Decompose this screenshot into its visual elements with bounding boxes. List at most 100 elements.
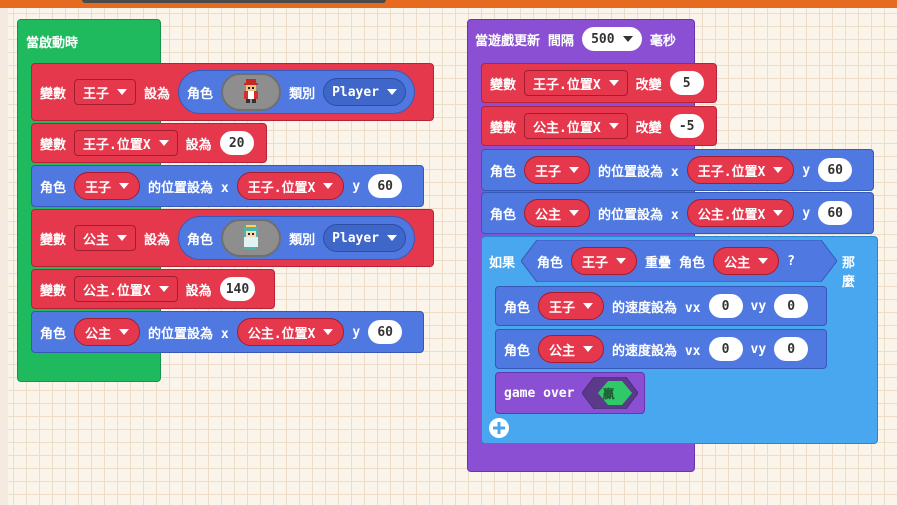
overlap-label: 重疊 — [645, 255, 672, 271]
if-label: 如果 — [489, 255, 516, 271]
chevron-down-icon — [158, 140, 169, 146]
set-velocity-block[interactable]: 角色 公主 的速度設為 vx 0 vy 0 — [495, 329, 827, 369]
sprite-variable-dropdown[interactable]: 公主 — [538, 335, 605, 363]
y-label: y — [352, 324, 361, 340]
variable-dropdown[interactable]: 王子.位置X — [524, 70, 628, 96]
variable-dropdown[interactable]: 王子.位置X — [74, 130, 178, 156]
win-toggle[interactable]: 贏 — [582, 377, 639, 409]
keyword-variable: 變數 — [40, 232, 67, 248]
set-variable-number-block[interactable]: 變數 王子.位置X 設為 20 — [31, 123, 267, 163]
win-label: 贏 — [602, 386, 615, 401]
unit-label: 毫秒 — [649, 33, 676, 49]
sprite-variable-dropdown[interactable]: 公主 — [524, 199, 591, 227]
kind-dropdown[interactable]: Player — [323, 78, 407, 106]
set-position-block[interactable]: 角色 王子 的位置設為 x 王子.位置X y 60 — [31, 165, 424, 207]
sprite-variable-dropdown[interactable]: 王子 — [524, 156, 591, 184]
sprite-label: 角色 — [187, 232, 214, 248]
number-input[interactable]: -5 — [669, 114, 704, 138]
keyword-variable: 變數 — [490, 77, 517, 93]
set-velocity-block[interactable]: 角色 王子 的速度設為 vx 0 vy 0 — [495, 286, 827, 326]
chevron-down-icon — [773, 167, 784, 173]
y-label: y — [802, 162, 811, 178]
vx-input[interactable]: 0 — [708, 294, 743, 318]
create-sprite-block[interactable]: 角色 類別 Player — [178, 70, 416, 114]
x-variable-dropdown[interactable]: 公主.位置X — [236, 318, 345, 346]
sprite-variable-dropdown[interactable]: 王子 — [538, 292, 605, 320]
number-input[interactable]: 5 — [669, 71, 704, 95]
x-variable-dropdown[interactable]: 公主.位置X — [686, 199, 795, 227]
y-input[interactable]: 60 — [368, 320, 403, 344]
chevron-down-icon — [569, 210, 580, 216]
sprite1-dropdown[interactable]: 王子 — [571, 247, 638, 275]
vy-input[interactable]: 0 — [774, 337, 809, 361]
keyword-sprite: 角色 — [490, 164, 517, 180]
variable-dropdown[interactable]: 公主.位置X — [74, 276, 178, 302]
kind-label: 類別 — [289, 232, 316, 248]
keyword-variable: 變數 — [490, 120, 517, 136]
chevron-down-icon — [158, 286, 169, 292]
set-position-block[interactable]: 角色 王子 的位置設為 x 王子.位置X y 60 — [481, 149, 874, 191]
sprite-variable-dropdown[interactable]: 王子 — [74, 172, 141, 200]
chevron-down-icon — [387, 235, 398, 241]
number-input[interactable]: 20 — [219, 131, 254, 155]
sprite-variable-dropdown[interactable]: 公主 — [74, 318, 141, 346]
change-variable-block[interactable]: 變數 王子.位置X 改變 5 — [481, 63, 717, 103]
y-label: y — [352, 178, 361, 194]
x-variable-dropdown[interactable]: 王子.位置X — [236, 172, 345, 200]
keyword-variable: 變數 — [40, 86, 67, 102]
add-else-button[interactable] — [489, 418, 509, 438]
change-variable-block[interactable]: 變數 公主.位置X 改變 -5 — [481, 106, 717, 146]
chevron-down-icon — [569, 167, 580, 173]
set-label: 設為 — [144, 86, 171, 102]
chevron-down-icon — [616, 258, 627, 264]
chevron-down-icon — [622, 36, 633, 42]
chevron-down-icon — [583, 303, 594, 309]
y-input[interactable]: 60 — [368, 174, 403, 198]
question-mark: ? — [787, 253, 795, 269]
prince-pixel-icon — [244, 79, 259, 103]
then-label: 那麼 — [842, 256, 856, 290]
variable-dropdown[interactable]: 公主.位置X — [524, 113, 628, 139]
number-input[interactable]: 140 — [219, 277, 256, 301]
interval-dropdown[interactable]: 500 — [581, 27, 642, 51]
chevron-down-icon — [608, 123, 619, 129]
keyword-sprite: 角色 — [40, 180, 67, 196]
princess-sprite-image[interactable] — [221, 219, 282, 257]
sprite-label: 角色 — [187, 86, 214, 102]
set-position-block[interactable]: 角色 公主 的位置設為 x 公主.位置X y 60 — [31, 311, 424, 353]
game-over-block[interactable]: game over 贏 — [495, 372, 645, 414]
keyword-sprite: 角色 — [504, 300, 531, 316]
chevron-down-icon — [323, 329, 334, 335]
x-variable-dropdown[interactable]: 王子.位置X — [686, 156, 795, 184]
kind-label: 類別 — [289, 86, 316, 102]
toolbox-edge — [0, 8, 8, 505]
overlap-condition: 角色 王子 重疊 角色 公主 ? — [537, 247, 795, 275]
set-label: 設為 — [185, 283, 212, 299]
set-variable-sprite-block[interactable]: 變數 王子 設為 角色 類別 Player — [31, 63, 434, 121]
variable-dropdown[interactable]: 公主 — [74, 225, 137, 251]
create-sprite-block[interactable]: 角色 類別 Player — [178, 216, 416, 260]
kind-dropdown[interactable]: Player — [323, 224, 407, 252]
vy-label: vy — [750, 298, 767, 314]
chevron-down-icon — [773, 210, 784, 216]
y-input[interactable]: 60 — [818, 201, 853, 225]
set-position-label: 的位置設為 x — [148, 180, 229, 196]
chevron-down-icon — [323, 183, 334, 189]
set-position-block[interactable]: 角色 公主 的位置設為 x 公主.位置X y 60 — [481, 192, 874, 234]
vy-input[interactable]: 0 — [774, 294, 809, 318]
variable-dropdown[interactable]: 王子 — [74, 79, 137, 105]
sprite2-dropdown[interactable]: 公主 — [713, 247, 780, 275]
chevron-down-icon — [583, 346, 594, 352]
change-label: 改變 — [635, 77, 662, 93]
set-variable-number-block[interactable]: 變數 公主.位置X 設為 140 — [31, 269, 275, 309]
if-header: 如果 角色 王子 重疊 角色 公主 ? 那麼 — [489, 240, 855, 290]
keyword-sprite: 角色 — [504, 343, 531, 359]
sprite2-keyword: 角色 — [679, 255, 706, 271]
vx-input[interactable]: 0 — [708, 337, 743, 361]
keyword-variable: 變數 — [40, 137, 67, 153]
set-variable-sprite-block[interactable]: 變數 公主 設為 角色 類別 Player — [31, 209, 434, 267]
set-label: 設為 — [185, 137, 212, 153]
y-input[interactable]: 60 — [818, 158, 853, 182]
prince-sprite-image[interactable] — [221, 73, 282, 111]
set-position-label: 的位置設為 x — [598, 164, 679, 180]
